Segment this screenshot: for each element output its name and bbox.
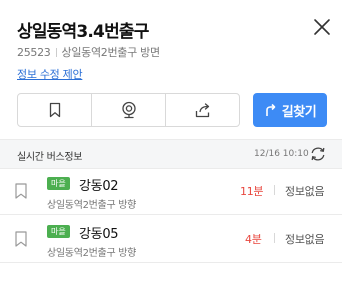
bus-type-badge: 마을 — [47, 225, 70, 238]
realtime-title: 실시간 버스정보 — [17, 152, 83, 163]
bus-list-item[interactable]: 마을 강동02 상일동역2번출구 방향 11분 정보없음 — [0, 169, 342, 215]
edit-suggestion-link[interactable]: 정보 수정 제안 — [17, 66, 83, 82]
bus-type-badge: 마을 — [47, 177, 70, 190]
refresh-icon[interactable] — [309, 145, 327, 163]
action-bar — [17, 93, 240, 127]
extra-info: 정보없음 — [285, 233, 325, 246]
arrival-time: 4분 — [245, 233, 262, 246]
arrival-time: 11분 — [240, 185, 264, 198]
share-button[interactable] — [165, 94, 239, 126]
share-icon — [195, 102, 209, 117]
station-id: 25523 — [17, 46, 51, 59]
bus-direction: 상일동역2번출구 방향 — [47, 200, 137, 211]
bus-list-item[interactable]: 마을 강동05 상일동역2번출구 방향 4분 정보없음 — [0, 217, 342, 263]
bus-direction: 상일동역2번출구 방향 — [47, 248, 137, 259]
divider — [55, 48, 57, 57]
station-direction: 상일동역2번출구 방면 — [61, 46, 161, 59]
station-subline: 25523 상일동역2번출구 방면 — [17, 44, 160, 60]
bookmark-icon[interactable] — [14, 182, 28, 200]
close-icon[interactable] — [313, 18, 331, 36]
cctv-icon — [121, 101, 136, 119]
bookmark-icon[interactable] — [14, 230, 28, 248]
divider — [274, 185, 275, 195]
update-time: 12/16 10:10 — [254, 149, 309, 159]
directions-label: 길찾기 — [281, 104, 317, 120]
bus-route-name: 강동02 — [79, 179, 119, 194]
bookmark-button[interactable] — [18, 94, 91, 126]
directions-button[interactable]: 길찾기 — [253, 93, 327, 127]
bus-route-name: 강동05 — [79, 227, 119, 242]
extra-info: 정보없음 — [285, 185, 325, 198]
cctv-button[interactable] — [91, 94, 165, 126]
realtime-header: 실시간 버스정보 12/16 10:10 — [0, 139, 342, 169]
bookmark-icon — [49, 102, 60, 118]
route-direction-icon — [265, 103, 276, 116]
station-title: 상일동역3.4번출구 — [17, 22, 149, 42]
divider — [274, 233, 275, 243]
